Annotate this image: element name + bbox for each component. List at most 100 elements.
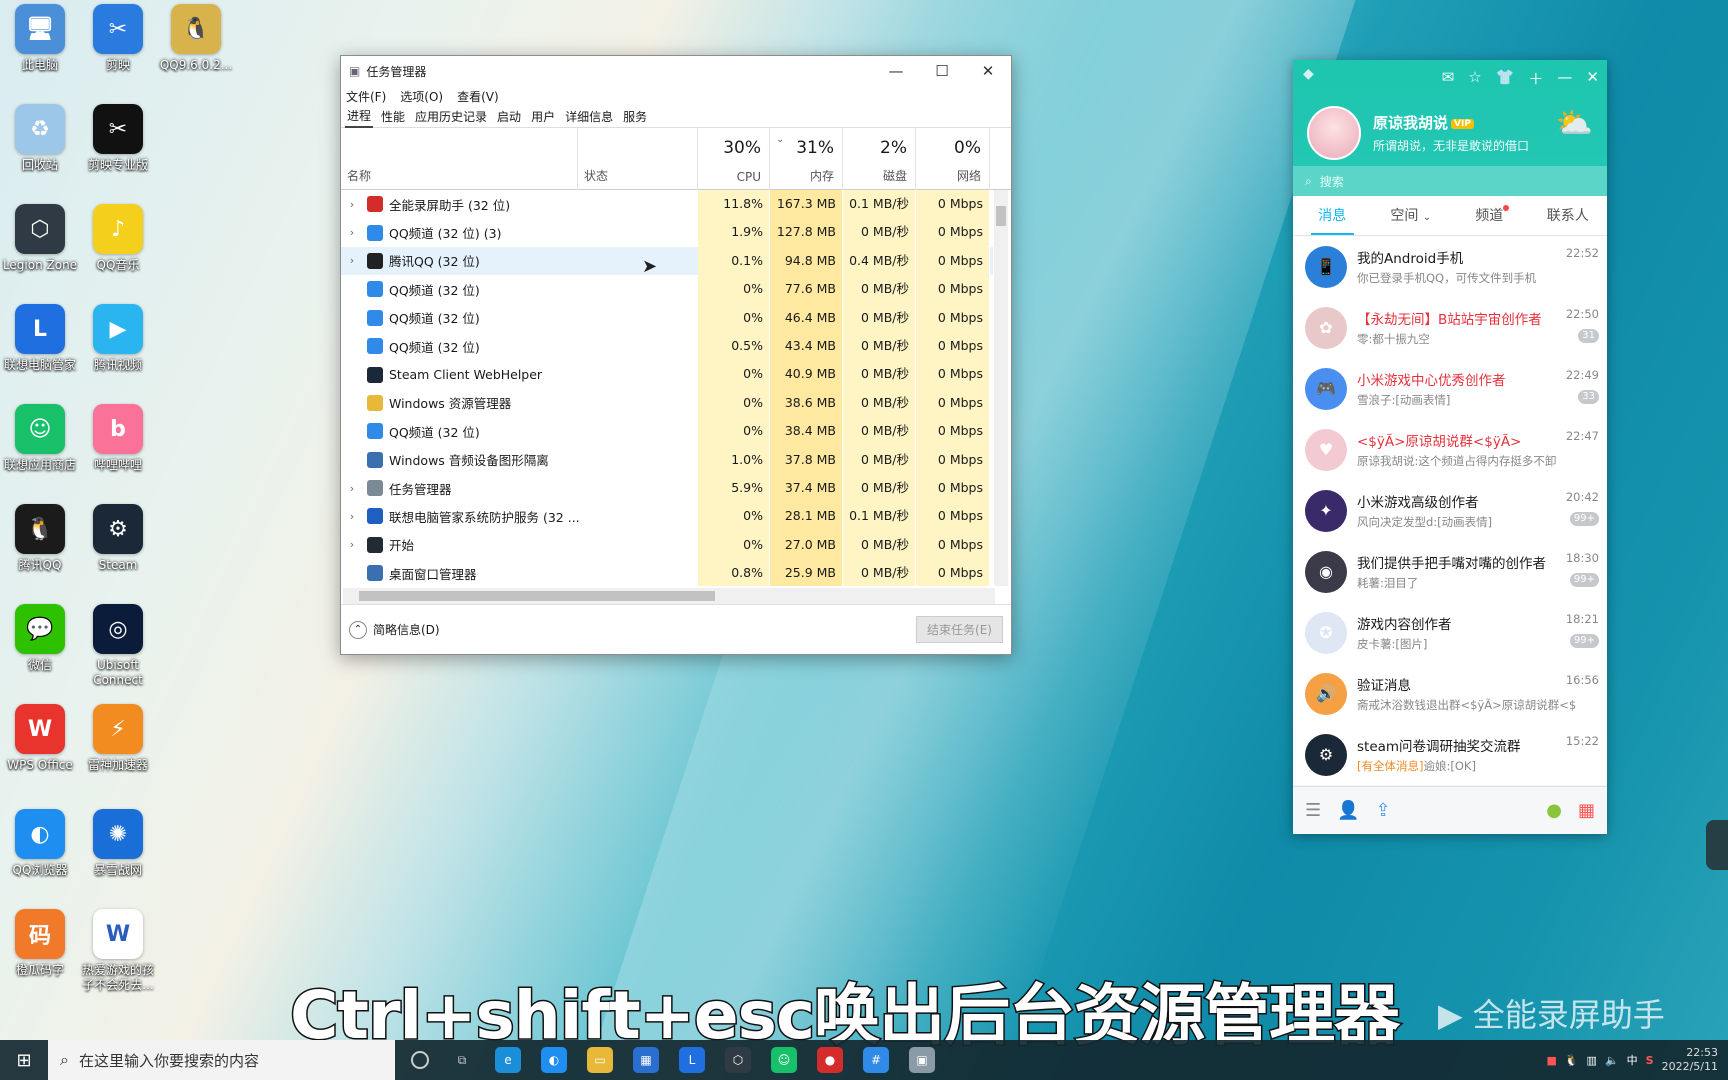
expand-chevron-icon[interactable]: › <box>343 198 361 211</box>
process-row[interactable]: › 联想电脑管家系统防护服务 (32 ... 0% 28.1 MB 0.1 MB/秒 0 … <box>341 502 993 531</box>
signature[interactable]: 所谓胡说，无非是敢说的借口 <box>1373 137 1529 154</box>
process-row[interactable]: › 全能录屏助手 (32 位) 11.8% 167.3 MB 0.1 MB/秒 0 Mbp… <box>341 190 993 219</box>
tab-services[interactable]: 服务 <box>621 106 649 127</box>
sogou-icon[interactable]: S <box>1646 1054 1654 1067</box>
process-row[interactable]: QQ频道 (32 位) 0% 38.4 MB 0 MB/秒 0 Mbps <box>341 417 993 446</box>
recorder-icon[interactable]: ● <box>817 1047 843 1073</box>
conversation-item[interactable]: ◉ 我们提供手把手嘴对嘴的创作者 耗薯:泪目了 18:30 99+ <box>1293 541 1607 602</box>
header-network[interactable]: 0% 网络 <box>916 128 990 190</box>
minimize-icon[interactable]: — <box>1557 68 1572 89</box>
header-cpu[interactable]: 30% CPU <box>698 128 770 190</box>
tab-processes[interactable]: 进程 <box>345 105 374 128</box>
desktop-icon[interactable]: W WPS Office <box>0 704 80 773</box>
app-manager-icon[interactable]: ▦ <box>1578 800 1595 821</box>
header-memory[interactable]: ⌄ 31% 内存 <box>770 128 843 190</box>
tab-contacts[interactable]: 联系人 <box>1529 196 1608 235</box>
add-icon[interactable]: ＋ <box>1528 68 1543 89</box>
chevron-up-icon[interactable]: ⌃ <box>349 620 367 639</box>
taskbar-search-input[interactable]: ⌕ 在这里输入你要搜索的内容 <box>48 1040 395 1080</box>
title-bar[interactable]: ▣ 任务管理器 — ☐ ✕ <box>341 56 1011 86</box>
desktop-icon[interactable]: ⚡ 雷神加速器 <box>78 704 158 773</box>
qq-game-icon[interactable]: ● <box>1546 800 1562 821</box>
conversation-item[interactable]: ✪ 游戏内容创作者 皮卡薯:[图片] 18:21 99+ <box>1293 602 1607 663</box>
conversation-item[interactable]: 🎮 小米游戏中心优秀创作者 雪浪子:[动画表情] 22:49 33 <box>1293 358 1607 419</box>
header-status[interactable]: 状态 <box>578 128 698 190</box>
desktop-icon[interactable]: ◐ QQ浏览器 <box>0 809 80 878</box>
desktop-icon[interactable]: L 联想电脑管家 <box>0 304 80 373</box>
header-name[interactable]: 名称 <box>341 128 578 190</box>
tab-performance[interactable]: 性能 <box>379 106 407 127</box>
tray-app-icon[interactable]: ■ <box>1546 1054 1556 1067</box>
desktop-icon[interactable]: 🐧 腾讯QQ <box>0 504 80 573</box>
task-manager-taskbar-icon[interactable]: ▣ <box>909 1047 935 1073</box>
tab-messages[interactable]: 消息 <box>1293 196 1372 235</box>
expand-chevron-icon[interactable]: › <box>343 510 361 523</box>
qq-search-input[interactable]: ⌕ 搜索 <box>1293 166 1607 196</box>
weather-icon[interactable]: ⛅ <box>1556 106 1593 141</box>
desktop-icon[interactable]: ◎ Ubisoft Connect <box>78 604 158 688</box>
store-icon[interactable]: ▦ <box>633 1047 659 1073</box>
task-view-icon[interactable]: ⧉ <box>449 1047 475 1073</box>
tab-channels[interactable]: 频道 <box>1450 196 1529 235</box>
process-row[interactable]: Windows 音频设备图形隔离 1.0% 37.8 MB 0 MB/秒 0 Mbps <box>341 445 993 474</box>
avatar[interactable] <box>1307 106 1361 160</box>
maximize-button[interactable]: ☐ <box>919 56 965 86</box>
file-explorer-icon[interactable]: ▭ <box>587 1047 613 1073</box>
mail-icon[interactable]: ✉ <box>1442 68 1455 89</box>
conversation-item[interactable]: ♥ <$ÿÃ>原谅胡说群<$ÿÃ> 原谅我胡说:这个频道占得内存挺多不卸 22:47 <box>1293 419 1607 480</box>
ime-indicator[interactable]: 中 <box>1627 1052 1638 1068</box>
desktop-icon[interactable]: 💬 微信 <box>0 604 80 673</box>
vertical-scrollbar[interactable] <box>994 190 1008 586</box>
process-row[interactable]: Steam Client WebHelper 0% 40.9 MB 0 MB/秒 0 M… <box>341 360 993 389</box>
desktop-icon[interactable]: ♻ 回收站 <box>0 104 80 173</box>
desktop-icon[interactable]: 🖥 此电脑 <box>0 4 80 73</box>
network-icon[interactable]: ▥ <box>1587 1054 1597 1067</box>
expand-chevron-icon[interactable]: › <box>343 482 361 495</box>
close-icon[interactable]: ✕ <box>1586 68 1599 89</box>
process-row[interactable]: › 开始 0% 27.0 MB 0 MB/秒 0 Mbps <box>341 530 993 560</box>
tab-startup[interactable]: 启动 <box>495 106 523 127</box>
brief-info-link[interactable]: 简略信息(D) <box>373 621 440 638</box>
lenovo-store-icon[interactable]: ☺ <box>771 1047 797 1073</box>
close-button[interactable]: ✕ <box>965 56 1011 86</box>
horizontal-scrollbar[interactable] <box>343 588 995 604</box>
menu-options[interactable]: 选项(O) <box>400 88 443 105</box>
volume-icon[interactable]: 🔈 <box>1605 1054 1619 1067</box>
conversation-item[interactable]: ✦ 小米游戏高级创作者 风向决定发型d:[动画表情] 20:42 99+ <box>1293 480 1607 541</box>
desktop-icon[interactable]: ⚙ Steam <box>78 504 158 573</box>
lenovo-icon[interactable]: L <box>679 1047 705 1073</box>
desktop-icon[interactable]: ☺ 联想应用商店 <box>0 404 80 473</box>
file-transfer-icon[interactable]: ⇪ <box>1376 800 1391 821</box>
desktop-icon[interactable]: ✺ 暴雪战网 <box>78 809 158 878</box>
end-task-button[interactable]: 结束任务(E) <box>916 616 1003 643</box>
conversation-item[interactable]: ✿ 【永劫无间】B站站宇宙创作者 零:都十振九空 22:50 31 <box>1293 297 1607 358</box>
desktop-icon[interactable]: ⬡ Legion Zone <box>0 204 80 273</box>
cortana-icon[interactable] <box>411 1051 429 1069</box>
desktop-icon[interactable]: 码橙瓜码字 <box>0 909 80 978</box>
tab-qzone[interactable]: 空间 ⌄ <box>1372 196 1451 235</box>
task-manager-window[interactable]: ▣ 任务管理器 — ☐ ✕ 文件(F) 选项(O) 查看(V) 进程 性能 应用… <box>340 55 1012 655</box>
star-icon[interactable]: ☆ <box>1468 68 1481 89</box>
conversation-item[interactable]: ⚙ steam问卷调研抽奖交流群 [有全体消息]逾娘:[OK] 15:22 <box>1293 724 1607 785</box>
process-row[interactable]: QQ频道 (32 位) 0.5% 43.4 MB 0 MB/秒 0 Mbps <box>341 331 993 361</box>
qq-browser-icon[interactable]: ◐ <box>541 1047 567 1073</box>
process-row[interactable]: › QQ频道 (32 位) (3) 1.9% 127.8 MB 0 MB/秒 0 Mbps <box>341 218 993 247</box>
process-row[interactable]: Windows 资源管理器 0% 38.6 MB 0 MB/秒 0 Mbps <box>341 388 993 418</box>
desktop-icon[interactable]: b 哔哩哔哩 <box>78 404 158 473</box>
legion-icon[interactable]: ⬡ <box>725 1047 751 1073</box>
clock[interactable]: 22:53 2022/5/11 <box>1662 1046 1718 1074</box>
expand-chevron-icon[interactable]: › <box>343 226 361 239</box>
conversation-item[interactable]: 🔊 验证消息 斋戒沐浴数钱退出群<$ÿÃ>原谅胡说群<$ 16:56 <box>1293 663 1607 724</box>
desktop-icon[interactable]: 🐧 QQ9.6.0.2... <box>156 4 236 73</box>
expand-chevron-icon[interactable]: › <box>343 254 361 267</box>
nickname[interactable]: 原谅我胡说 VIP <box>1373 112 1474 133</box>
desktop-icon[interactable]: ▶ 腾讯视频 <box>78 304 158 373</box>
process-row[interactable]: › 腾讯QQ (32 位) 0.1% 94.8 MB 0.4 MB/秒 0 Mbps <box>341 246 993 276</box>
desktop-icon[interactable]: ♪ QQ音乐 <box>78 204 158 273</box>
minimize-button[interactable]: — <box>873 56 919 86</box>
header-disk[interactable]: 2% 磁盘 <box>843 128 916 190</box>
process-row[interactable]: 桌面窗口管理器 0.8% 25.9 MB 0 MB/秒 0 Mbps <box>341 559 993 586</box>
process-row[interactable]: › 任务管理器 5.9% 37.4 MB 0 MB/秒 0 Mbps <box>341 473 993 503</box>
windows-start-icon[interactable]: ⊞ <box>0 1040 48 1080</box>
desktop-icon[interactable]: ✂ 剪映专业版 <box>78 104 158 173</box>
